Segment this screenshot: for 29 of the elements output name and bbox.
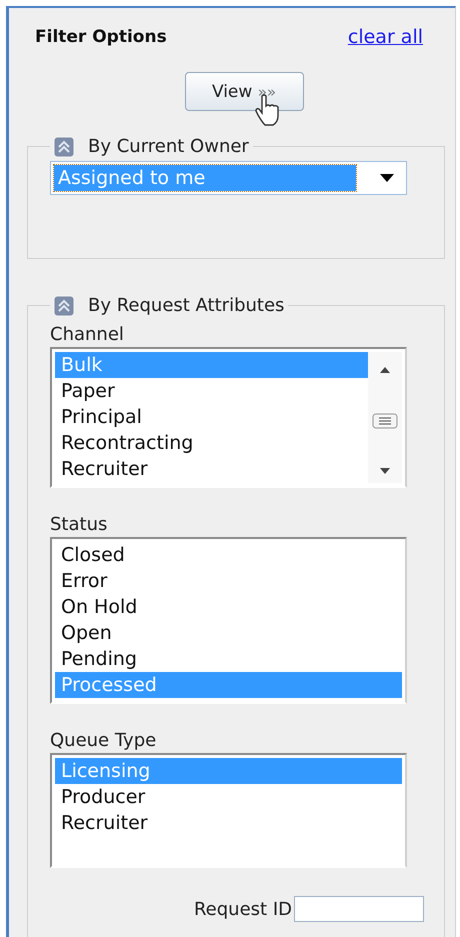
view-button[interactable]: View »» bbox=[184, 72, 304, 111]
list-option[interactable]: Principal bbox=[55, 404, 368, 430]
collapse-icon[interactable] bbox=[54, 136, 74, 156]
list-option[interactable]: Recruiter bbox=[55, 456, 368, 482]
scrollbar[interactable] bbox=[368, 352, 402, 483]
list-option[interactable]: Open bbox=[55, 620, 402, 646]
caret-icon bbox=[380, 174, 394, 182]
scroll-down-icon[interactable] bbox=[379, 467, 391, 475]
list-option[interactable]: Recruiter bbox=[55, 810, 402, 836]
list-option[interactable]: Recontracting bbox=[55, 430, 368, 456]
list-label: Queue Type bbox=[50, 730, 158, 751]
request-id-field[interactable] bbox=[294, 896, 424, 922]
scroll-up-icon[interactable] bbox=[379, 366, 391, 374]
list-option[interactable]: Paper bbox=[55, 378, 368, 404]
section-title: By Current Owner bbox=[88, 136, 249, 157]
clear-all-link[interactable]: clear all bbox=[348, 26, 423, 48]
panel-title: Filter Options bbox=[35, 27, 167, 47]
section-title: By Request Attributes bbox=[88, 295, 284, 316]
list-option[interactable]: Error bbox=[55, 568, 402, 594]
list-option[interactable]: Pending bbox=[55, 646, 402, 672]
list-option[interactable]: Closed bbox=[55, 542, 402, 568]
list-option[interactable]: On Hold bbox=[55, 594, 402, 620]
collapse-icon[interactable] bbox=[54, 296, 74, 316]
list-label: Status bbox=[50, 514, 108, 535]
request-id-label: Request ID bbox=[194, 898, 292, 920]
list-label: Channel bbox=[50, 324, 125, 345]
list-option[interactable]: Producer bbox=[55, 784, 402, 810]
scroll-grip-icon[interactable] bbox=[372, 412, 398, 428]
hand-cursor-icon bbox=[254, 94, 280, 126]
